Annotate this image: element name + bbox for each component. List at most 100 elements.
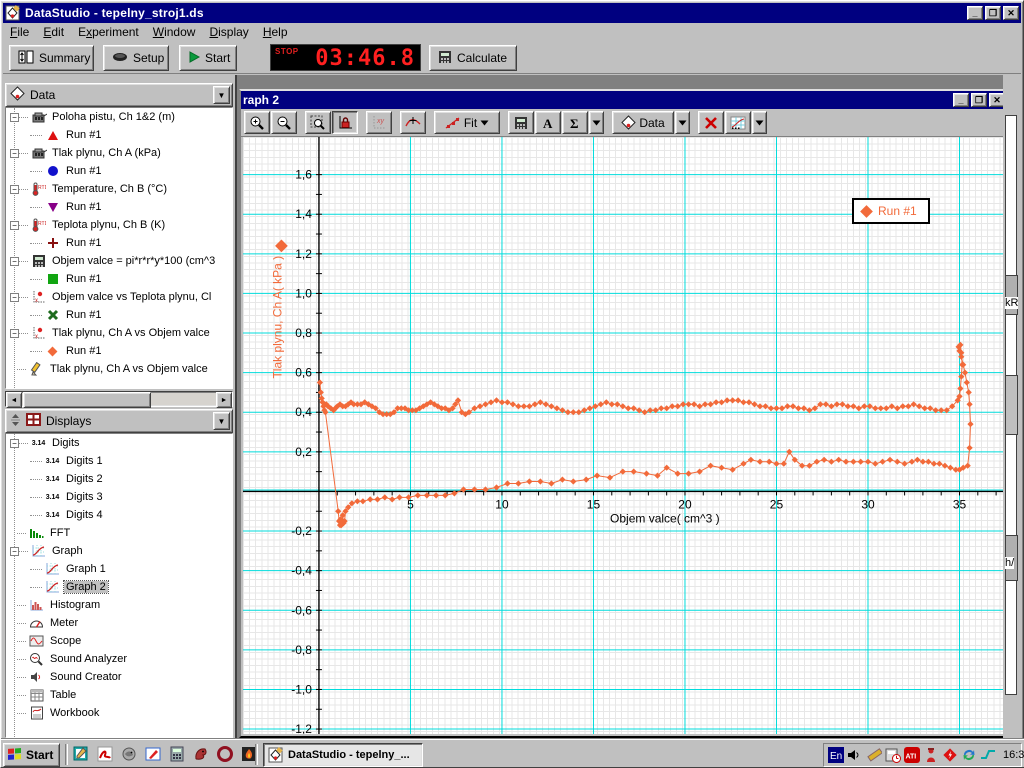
data-tree-hscrollbar[interactable]: ◄ ► <box>5 391 233 407</box>
data-tree-item[interactable]: −Poloha pistu, Ch 1&2 (m) <box>6 108 232 126</box>
plot-area[interactable]: 51015202530351,61,41,21,00,80,60,40,2-0,… <box>243 137 1005 734</box>
start-menu-button[interactable]: Start <box>3 743 60 767</box>
zoom-in-button[interactable] <box>244 111 270 134</box>
data-panel-header[interactable]: Data ▼ <box>5 83 233 107</box>
data-tree-item[interactable]: −Objem valce = pi*r*r*y*100 (cm^3 <box>6 252 232 270</box>
run-item[interactable]: Run #1 <box>6 198 232 216</box>
calculator-app-icon[interactable] <box>169 745 186 762</box>
display-item-scope[interactable]: Scope <box>6 632 232 650</box>
smart-tool-button[interactable] <box>400 111 426 134</box>
menu-file[interactable]: File <box>3 24 36 40</box>
scroll-right-icon[interactable]: ► <box>216 392 232 408</box>
sync-arrows-icon[interactable] <box>961 747 977 763</box>
display-item-digits-1[interactable]: 3.14Digits 1 <box>6 452 232 470</box>
speaker-icon[interactable] <box>847 747 863 763</box>
scroll-left-icon[interactable]: ◄ <box>6 392 22 408</box>
menu-display[interactable]: Display <box>202 24 255 40</box>
statistics-button[interactable]: Σ <box>562 111 588 134</box>
data-tree-item[interactable]: −RTDTemperature, Ch B (°C) <box>6 180 232 198</box>
display-item-sound-creator[interactable]: Sound Creator <box>6 668 232 686</box>
display-item-fft[interactable]: FFT <box>6 524 232 542</box>
data-menu-button[interactable]: Data <box>612 111 674 134</box>
wave-icon[interactable] <box>980 747 996 763</box>
calculate-button[interactable]: Calculate <box>429 45 517 71</box>
collapse-icon[interactable]: − <box>10 149 19 158</box>
display-item-table[interactable]: Table <box>6 686 232 704</box>
display-item-meter[interactable]: Meter <box>6 614 232 632</box>
data-header-dropdown[interactable]: ▼ <box>213 86 230 104</box>
graph-settings-button[interactable] <box>725 111 751 134</box>
menu-experiment[interactable]: Experiment <box>71 24 146 40</box>
collapse-icon[interactable]: − <box>10 439 19 448</box>
delete-button[interactable] <box>698 111 724 134</box>
display-item-digits-2[interactable]: 3.14Digits 2 <box>6 470 232 488</box>
scrollbar-thumb[interactable] <box>23 392 151 408</box>
display-item-digits-4[interactable]: 3.14Digits 4 <box>6 506 232 524</box>
collapse-icon[interactable]: − <box>10 547 19 556</box>
display-item-digits[interactable]: −3.14Digits <box>6 434 232 452</box>
settings-arrow-button[interactable] <box>752 111 767 134</box>
scale-lock-button[interactable] <box>332 111 358 134</box>
collapse-icon[interactable]: − <box>10 293 19 302</box>
calculator-button[interactable] <box>508 111 534 134</box>
xy-tool-button[interactable]: xy <box>366 111 392 134</box>
splitter-icon[interactable] <box>10 413 21 430</box>
display-item-workbook[interactable]: Workbook <box>6 704 232 722</box>
displays-header-dropdown[interactable]: ▼ <box>213 412 230 430</box>
scheduler-icon[interactable] <box>885 747 901 763</box>
menu-window[interactable]: Window <box>146 24 203 40</box>
displays-panel-header[interactable]: Displays ▼ <box>5 409 233 433</box>
acrobat-icon[interactable] <box>97 745 114 762</box>
collapse-icon[interactable]: − <box>10 185 19 194</box>
run-item[interactable]: Run #1 <box>6 234 232 252</box>
run-item[interactable]: Run #1 <box>6 270 232 288</box>
data-tree-item[interactable]: −RTDTeplota plynu, Ch B (K) <box>6 216 232 234</box>
display-item-graph-1[interactable]: Graph 1 <box>6 560 232 578</box>
summary-button[interactable]: Summary <box>9 45 94 71</box>
display-item-graph-2[interactable]: Graph 2 <box>6 578 232 596</box>
statistics-arrow-button[interactable] <box>589 111 604 134</box>
fit-menu-button[interactable]: Fit <box>434 111 500 134</box>
start-button[interactable]: Start <box>179 45 237 71</box>
menu-edit[interactable]: Edit <box>36 24 71 40</box>
data-tree-item[interactable]: −xObjem valce vs Teplota plynu, Cl <box>6 288 232 306</box>
opera-icon[interactable] <box>217 745 234 762</box>
collapse-icon[interactable]: − <box>10 329 19 338</box>
run-item[interactable]: Run #1 <box>6 126 232 144</box>
run-item[interactable]: Run #1 <box>6 306 232 324</box>
run-item[interactable]: Run #1 <box>6 342 232 360</box>
dragon-app-icon[interactable] <box>193 745 210 762</box>
collapse-icon[interactable]: − <box>10 113 19 122</box>
data-tree-item[interactable]: Tlak plynu, Ch A vs Objem valce <box>6 360 232 378</box>
alert-diamond-icon[interactable] <box>942 747 958 763</box>
display-item-digits-3[interactable]: 3.14Digits 3 <box>6 488 232 506</box>
red-figure-icon[interactable] <box>923 747 939 763</box>
datastudio-quick-icon[interactable] <box>73 745 90 762</box>
display-item-graph[interactable]: −Graph <box>6 542 232 560</box>
ati-icon[interactable]: ATI <box>904 747 920 763</box>
task-button-datastudio[interactable]: DataStudio - tepelny_... <box>263 743 423 767</box>
menu-help[interactable]: Help <box>256 24 295 40</box>
zoom-out-button[interactable] <box>271 111 297 134</box>
pen-app-icon[interactable] <box>145 745 162 762</box>
marker-icon[interactable] <box>866 747 882 763</box>
text-tool-button[interactable]: A <box>535 111 561 134</box>
setup-button[interactable]: Setup <box>103 45 169 71</box>
graph-window-titlebar[interactable]: raph 2 _ ❐ ✕ <box>241 91 1007 109</box>
data-arrow-button[interactable] <box>675 111 690 134</box>
data-tree-item[interactable]: −Tlak plynu, Ch A (kPa) <box>6 144 232 162</box>
zoom-select-button[interactable] <box>305 111 331 134</box>
graph-minimize-button[interactable]: _ <box>953 93 969 107</box>
graph-maximize-button[interactable]: ❐ <box>971 93 987 107</box>
collapse-icon[interactable]: − <box>10 221 19 230</box>
data-tree-item[interactable]: −xTlak plynu, Ch A vs Objem valce <box>6 324 232 342</box>
legend[interactable]: Run #1 <box>852 198 930 224</box>
keyboard-layout-en-icon[interactable]: En <box>828 747 844 763</box>
restore-button[interactable]: ❐ <box>985 6 1001 20</box>
run-item[interactable]: Run #1 <box>6 162 232 180</box>
bird-app-icon[interactable] <box>121 745 138 762</box>
chart-canvas[interactable]: 51015202530351,61,41,21,00,80,60,40,2-0,… <box>243 137 1005 734</box>
display-item-histogram[interactable]: Histogram <box>6 596 232 614</box>
close-button[interactable]: ✕ <box>1003 6 1019 20</box>
minimize-button[interactable]: _ <box>967 6 983 20</box>
